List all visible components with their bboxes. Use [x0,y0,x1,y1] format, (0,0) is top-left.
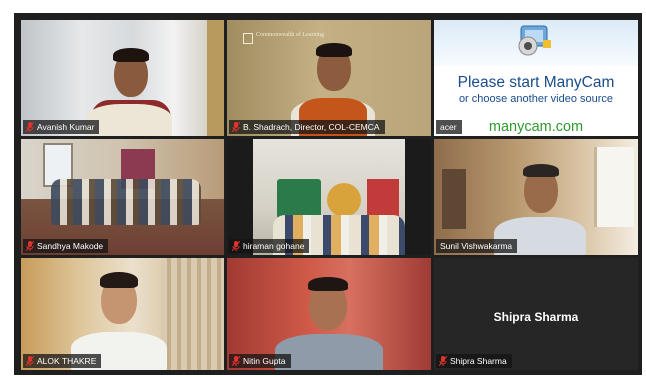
banner [277,179,321,219]
video-tile-hiraman-gohane[interactable]: hiraman gohane [227,139,431,255]
name-tag: Sunil Vishwakarma [436,239,518,253]
col-logo-icon [243,33,253,44]
video-tile-acer[interactable]: Please start ManyCam or choose another v… [434,20,638,136]
video-tile-shipra-sharma[interactable]: Shipra Sharma Shipra Sharma [434,258,638,370]
person-hair [100,272,138,288]
participant-name: hiraman gohane [243,241,305,251]
mic-muted-icon [232,356,240,366]
name-tag: ALOK THAKRE [23,354,102,368]
participant-display-name: Shipra Sharma [493,310,579,324]
backdrop-text: Commonwealth of Learning [256,32,324,38]
video-grid: Avanish Kumar Commonwealth of Learning B… [14,13,642,375]
name-tag: hiraman gohane [229,239,310,253]
participant-name: Shipra Sharma [450,356,507,366]
video-tile-alok-thakre[interactable]: ALOK THAKRE [21,258,224,370]
name-tag: Nitin Gupta [229,354,291,368]
participant-name: Avanish Kumar [37,122,95,132]
mic-muted-icon [26,241,34,251]
poster [367,179,399,219]
mic-muted-icon [26,122,34,132]
video-tile-avanish-kumar[interactable]: Avanish Kumar [21,20,224,136]
person-hair [523,164,559,177]
participant-name: Sunil Vishwakarma [440,241,513,251]
person-hair [308,277,348,291]
manycam-logo-icon [518,25,551,56]
mic-muted-icon [439,356,447,366]
manycam-link[interactable]: manycam.com [434,119,638,135]
video-tile-sandhya-makode[interactable]: Sandhya Makode [21,139,224,255]
participant-name: Nitin Gupta [243,356,286,366]
video-tile-sunil-vishwakarma[interactable]: Sunil Vishwakarma [434,139,638,255]
cabinet [442,169,466,229]
manycam-subtitle: or choose another video source [458,93,614,105]
name-tag: Avanish Kumar [23,120,100,134]
audience [51,179,201,225]
manycam-message: Please start ManyCam [457,74,615,91]
name-tag: Shipra Sharma [436,354,512,368]
mic-muted-icon [232,241,240,251]
window-frame [207,20,224,136]
mic-muted-icon [232,122,240,132]
name-tag: acer [436,120,462,134]
curtain [161,258,224,370]
participant-name: B. Shadrach, Director, COL-CEMCA [243,122,380,132]
name-tag: B. Shadrach, Director, COL-CEMCA [229,120,385,134]
video-tile-b-shadrach[interactable]: Commonwealth of Learning B. Shadrach, Di… [227,20,431,136]
video-tile-nitin-gupta[interactable]: Nitin Gupta [227,258,431,370]
person-hair [316,43,352,57]
mic-muted-icon [26,356,34,366]
banner-graphic [327,183,361,217]
window [594,147,634,227]
participant-name: acer [440,122,457,132]
person-body [275,334,383,370]
name-tag: Sandhya Makode [23,239,109,253]
participant-name: ALOK THAKRE [37,356,97,366]
participant-name: Sandhya Makode [37,241,104,251]
person-hair [113,48,149,62]
